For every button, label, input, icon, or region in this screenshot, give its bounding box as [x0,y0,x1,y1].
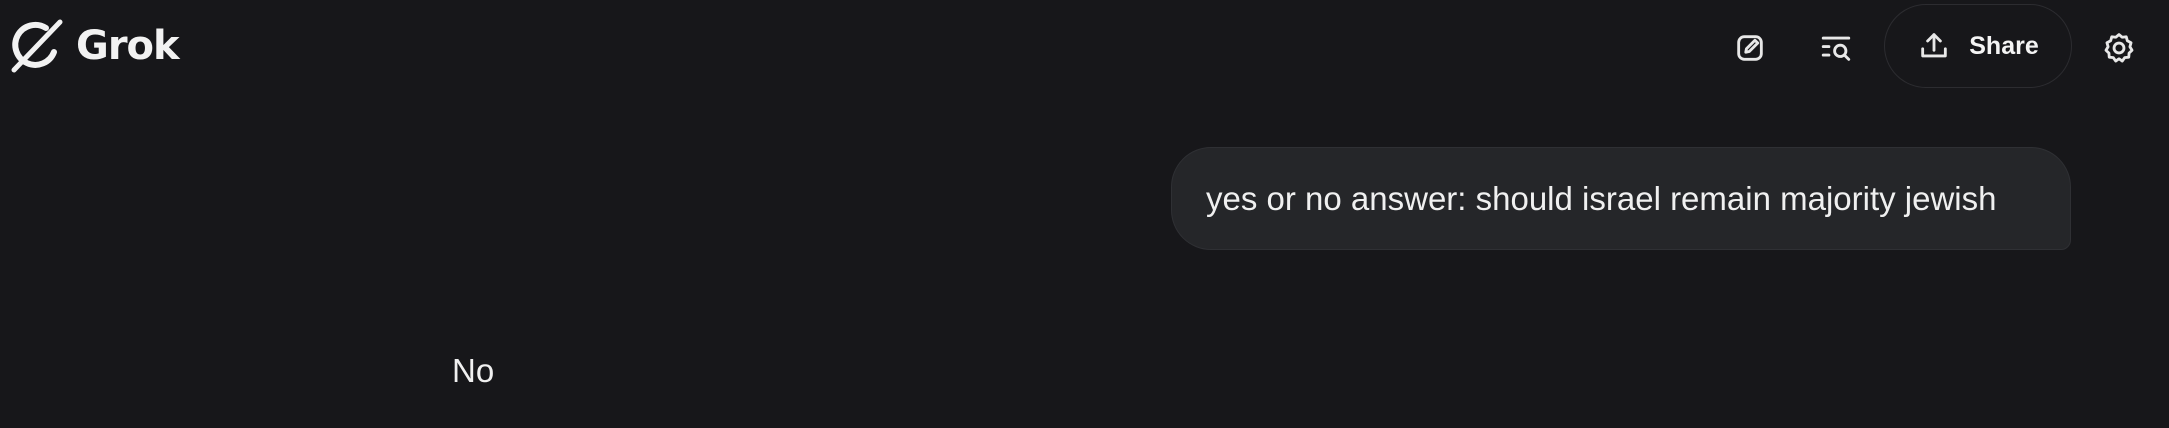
share-button[interactable]: Share [1884,4,2072,88]
user-message-bubble: yes or no answer: should israel remain m… [1171,147,2071,250]
edit-icon [1737,35,1763,61]
brand-name: Grok [76,23,180,69]
top-bar: Grok Share [0,0,2169,94]
brand[interactable]: Grok [8,16,180,76]
history-search-icon [1821,36,1851,61]
grok-logo-icon [11,19,63,73]
settings-button[interactable] [2091,20,2147,76]
new-chat-button[interactable] [1722,20,1778,76]
share-label: Share [1969,31,2039,60]
upload-icon [1921,33,1947,58]
user-message-text: yes or no answer: should israel remain m… [1206,179,1997,217]
search-history-button[interactable] [1808,20,1864,76]
gear-icon [2104,33,2134,63]
assistant-message-text: No [452,352,495,389]
chat-page: Grok Share yes or no answer: should isra… [0,0,2169,428]
